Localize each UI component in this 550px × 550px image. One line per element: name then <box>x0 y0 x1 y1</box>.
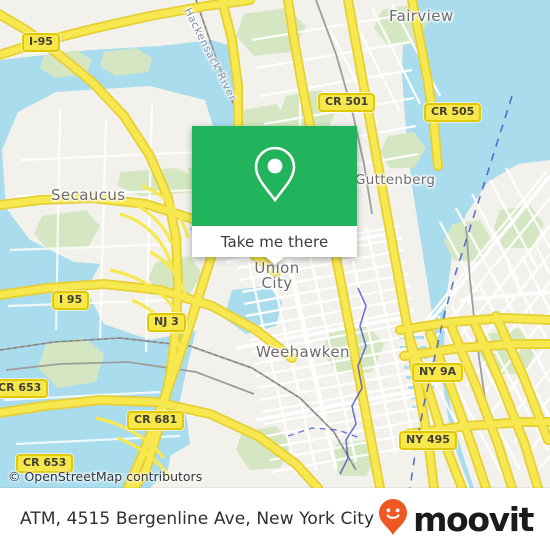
road-shield-i-95-south: I 95 <box>52 291 90 310</box>
road-shield-cr-653-west: CR 653 <box>0 379 49 398</box>
take-me-there-label: Take me there <box>220 232 329 251</box>
road-shield-nj-3: NJ 3 <box>147 313 186 332</box>
moovit-branding[interactable]: moovit <box>378 498 534 541</box>
location-title: ATM, 4515 Bergenline Ave, New York City <box>20 509 375 529</box>
road-shield-ny-9a: NY 9A <box>412 363 464 382</box>
road-shield-i-95-north: I-95 <box>22 33 60 52</box>
road-shield-cr-681: CR 681 <box>127 411 185 430</box>
moovit-wordmark: moovit <box>413 499 534 539</box>
road-shield-cr-501: CR 501 <box>318 93 376 112</box>
card-image-area <box>192 126 357 226</box>
map-screenshot-page: Fairview Secaucus Guttenberg Union City … <box>0 0 550 550</box>
moovit-pin-logo-icon <box>378 498 408 541</box>
card-pointer-tail <box>265 257 284 265</box>
take-me-there-card[interactable]: Take me there <box>192 126 357 265</box>
osm-attribution[interactable]: © OpenStreetMap contributors <box>8 469 202 484</box>
map-canvas[interactable]: Fairview Secaucus Guttenberg Union City … <box>0 0 550 488</box>
road-shield-cr-505: CR 505 <box>424 103 482 122</box>
footer-bar: ATM, 4515 Bergenline Ave, New York City … <box>0 488 550 550</box>
road-shield-ny-495: NY 495 <box>399 431 457 450</box>
card-action-bar[interactable]: Take me there <box>192 226 357 257</box>
map-pin-icon <box>252 145 298 208</box>
